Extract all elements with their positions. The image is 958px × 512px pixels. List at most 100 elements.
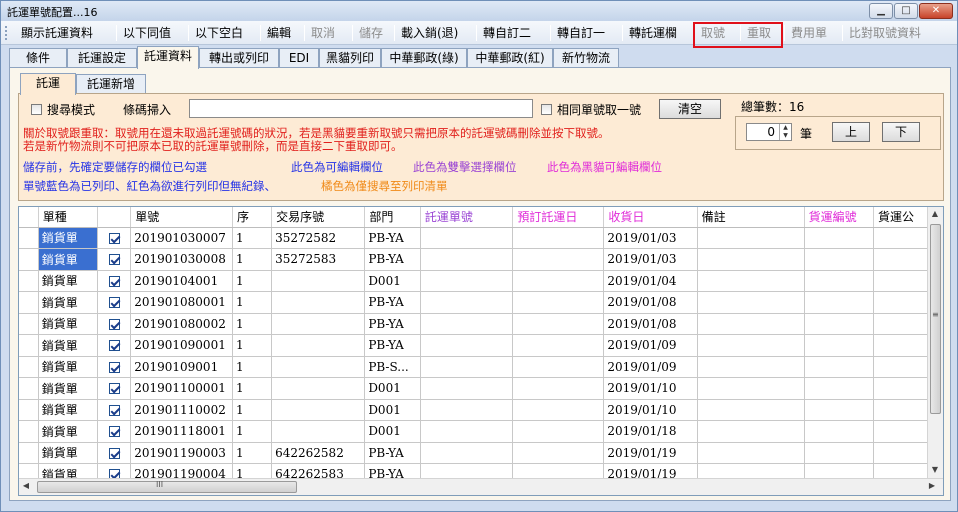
cell-order-number[interactable]: 201901190003 (130, 442, 233, 464)
cell-transaction-number[interactable] (271, 334, 366, 357)
cell-receive-date[interactable]: 2019/01/10 (603, 399, 698, 421)
row-checkbox[interactable] (97, 377, 132, 400)
column-header[interactable]: 部門 (364, 207, 421, 228)
tab-5[interactable]: 黑貓列印 (319, 48, 381, 68)
cell-transaction-number[interactable]: 35272582 (271, 227, 366, 249)
checked-checkbox-icon[interactable] (108, 254, 120, 266)
toolbar-button-9[interactable]: 轉託運欄 (627, 24, 679, 42)
cell-seq[interactable]: 1 (232, 334, 273, 357)
row-header[interactable] (19, 377, 39, 400)
table-row[interactable]: 銷貨單 201901080001 1 PB-YA 2019/01/08 (19, 291, 943, 314)
cell-type[interactable]: 銷貨單 (38, 334, 99, 357)
up-button[interactable]: 上 (832, 122, 870, 142)
cell-note[interactable] (697, 399, 805, 421)
cell-scheduled-date[interactable] (512, 356, 605, 378)
cell-seq[interactable]: 1 (232, 248, 273, 271)
cell-freight-number[interactable] (804, 248, 874, 271)
cell-freight-number[interactable] (804, 227, 874, 249)
cell-order-number[interactable]: 20190104001 (130, 270, 233, 292)
cell-freight-number[interactable] (804, 313, 874, 335)
checked-checkbox-icon[interactable] (108, 361, 120, 373)
column-header[interactable]: 單種 (38, 207, 99, 228)
cell-freight-number[interactable] (804, 334, 874, 357)
row-header[interactable] (19, 270, 39, 292)
cell-note[interactable] (697, 291, 805, 314)
cell-shipping-number[interactable] (420, 334, 514, 357)
cell-shipping-number[interactable] (420, 420, 514, 443)
cell-scheduled-date[interactable] (512, 291, 605, 314)
cell-order-number[interactable]: 201901030007 (130, 227, 233, 249)
checked-checkbox-icon[interactable] (108, 232, 120, 244)
column-header[interactable]: 序 (232, 207, 273, 228)
cell-shipping-number[interactable] (420, 356, 514, 378)
cell-shipping-number[interactable] (420, 227, 514, 249)
checked-checkbox-icon[interactable] (108, 447, 120, 459)
toolbar-button-1[interactable]: 以下同值 (121, 24, 173, 42)
row-header[interactable] (19, 420, 39, 443)
table-row[interactable]: 銷貨單 20190104001 1 D001 2019/01/04 (19, 270, 943, 292)
cell-transaction-number[interactable] (271, 270, 366, 292)
horizontal-scrollbar[interactable]: ◀ III ▶ (19, 478, 943, 495)
cell-receive-date[interactable]: 2019/01/09 (603, 356, 698, 378)
tab-4[interactable]: EDI (279, 48, 319, 68)
vertical-scroll-thumb[interactable] (930, 224, 941, 414)
cell-freight-number[interactable] (804, 442, 874, 464)
checked-checkbox-icon[interactable] (108, 318, 120, 330)
cell-type[interactable]: 銷貨單 (38, 227, 99, 249)
cell-freight-number[interactable] (804, 270, 874, 292)
cell-department[interactable]: PB-S... (364, 356, 421, 378)
cell-seq[interactable]: 1 (232, 399, 273, 421)
tab-0[interactable]: 條件 (9, 48, 67, 68)
table-row[interactable]: 銷貨單 201901110002 1 D001 2019/01/10 (19, 399, 943, 421)
cell-receive-date[interactable]: 2019/01/08 (603, 291, 698, 314)
cell-receive-date[interactable]: 2019/01/19 (603, 442, 698, 464)
row-header[interactable] (19, 227, 39, 249)
cell-freight-number[interactable] (804, 291, 874, 314)
column-header[interactable]: 交易序號 (271, 207, 366, 228)
toolbar-button-8[interactable]: 轉自訂一 (555, 24, 607, 42)
toolbar-button-3[interactable]: 編輯 (265, 24, 293, 42)
toolbar-button-5[interactable]: 儲存 (357, 24, 385, 42)
cell-transaction-number[interactable] (271, 291, 366, 314)
cell-type[interactable]: 銷貨單 (38, 270, 99, 292)
cell-note[interactable] (697, 248, 805, 271)
cell-note[interactable] (697, 442, 805, 464)
row-checkbox[interactable] (97, 334, 132, 357)
cell-freight-number[interactable] (804, 377, 874, 400)
cell-order-number[interactable]: 20190109001 (130, 356, 233, 378)
cell-scheduled-date[interactable] (512, 313, 605, 335)
cell-shipping-number[interactable] (420, 313, 514, 335)
cell-department[interactable]: PB-YA (364, 442, 421, 464)
row-header[interactable] (19, 442, 39, 464)
cell-shipping-number[interactable] (420, 291, 514, 314)
cell-note[interactable] (697, 356, 805, 378)
cell-seq[interactable]: 1 (232, 270, 273, 292)
cell-transaction-number[interactable]: 35272583 (271, 248, 366, 271)
cell-transaction-number[interactable] (271, 399, 366, 421)
cell-transaction-number[interactable] (271, 313, 366, 335)
checked-checkbox-icon[interactable] (108, 426, 120, 438)
cell-receive-date[interactable]: 2019/01/09 (603, 334, 698, 357)
cell-order-number[interactable]: 201901110002 (130, 399, 233, 421)
barcode-input[interactable] (189, 99, 533, 118)
down-button[interactable]: 下 (882, 122, 920, 142)
cell-department[interactable]: D001 (364, 420, 421, 443)
checked-checkbox-icon[interactable] (108, 383, 120, 395)
cell-department[interactable]: PB-YA (364, 313, 421, 335)
row-checkbox[interactable] (97, 356, 132, 378)
table-row[interactable]: 銷貨單 201901080002 1 PB-YA 2019/01/08 (19, 313, 943, 335)
minimize-icon[interactable]: ▁ (869, 3, 893, 19)
search-mode-checkbox[interactable] (31, 102, 42, 116)
cell-seq[interactable]: 1 (232, 313, 273, 335)
cell-note[interactable] (697, 270, 805, 292)
tab-8[interactable]: 新竹物流 (553, 48, 619, 68)
vertical-scrollbar[interactable]: ▲ ≡ ▼ (927, 207, 943, 479)
scroll-down-icon[interactable]: ▼ (928, 463, 942, 477)
column-header[interactable] (97, 207, 132, 228)
cell-transaction-number[interactable]: 642262582 (271, 442, 366, 464)
same-number-checkbox[interactable] (541, 102, 552, 116)
cell-order-number[interactable]: 201901080002 (130, 313, 233, 335)
scroll-left-icon[interactable]: ◀ (19, 479, 33, 493)
checked-checkbox-icon[interactable] (108, 340, 120, 352)
cell-shipping-number[interactable] (420, 248, 514, 271)
